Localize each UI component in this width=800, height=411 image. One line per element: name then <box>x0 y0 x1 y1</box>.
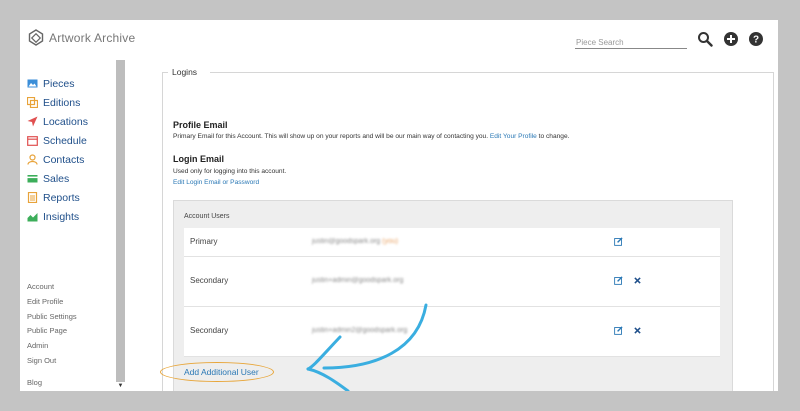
account-users-panel: Account Users Primary justin@goodspark.o… <box>173 200 733 391</box>
delete-icon[interactable] <box>634 327 641 334</box>
help-icon[interactable]: ? <box>748 31 764 47</box>
credit-card-icon <box>27 175 38 183</box>
profile-email-description: Primary Email for this Account. This wil… <box>173 133 570 140</box>
blog-link[interactable]: Blog <box>27 376 77 391</box>
logins-legend: Logins <box>172 67 198 77</box>
add-circle-icon[interactable] <box>723 31 739 47</box>
public-page-link[interactable]: Public Page <box>27 324 77 339</box>
fieldset-border <box>210 72 773 73</box>
edit-login-email-link[interactable]: Edit Login Email or Password <box>173 179 259 186</box>
document-icon <box>27 192 38 203</box>
edit-icon[interactable] <box>614 326 623 335</box>
public-settings-link[interactable]: Public Settings <box>27 310 77 325</box>
table-row: Secondary justin+admin@goodspark.org <box>184 257 720 307</box>
table-row: Secondary justin+admin2@goodspark.org <box>184 307 720 357</box>
edit-your-profile-link[interactable]: Edit Your Profile <box>490 133 537 140</box>
app-name: Artwork Archive <box>49 30 136 45</box>
edit-icon[interactable] <box>614 276 623 285</box>
app-window: Artwork Archive ? Pieces Edit <box>20 20 778 391</box>
sign-out-link[interactable]: Sign Out <box>27 354 77 369</box>
edit-profile-link[interactable]: Edit Profile <box>27 295 77 310</box>
person-icon <box>27 154 38 165</box>
table-row: Primary justin@goodspark.org (you) <box>184 228 720 257</box>
user-email: justin+admin@goodspark.org <box>312 277 404 284</box>
piece-search <box>575 32 687 50</box>
user-role: Secondary <box>190 326 229 335</box>
editions-icon <box>27 97 38 108</box>
sidebar-item-schedule[interactable]: Schedule <box>27 131 88 150</box>
user-email: justin+admin2@goodspark.org <box>312 327 408 334</box>
sidebar: Pieces Editions Locations Schedule Conta… <box>20 60 126 391</box>
login-email-description: Used only for logging into this account. <box>173 168 287 175</box>
location-arrow-icon <box>27 116 38 127</box>
sidebar-scrollbar[interactable] <box>116 60 125 382</box>
admin-link[interactable]: Admin <box>27 339 77 354</box>
user-role: Secondary <box>190 276 229 285</box>
piece-search-input[interactable] <box>575 35 687 50</box>
account-links: Account Edit Profile Public Settings Pub… <box>27 280 77 391</box>
chart-icon <box>27 213 38 222</box>
sidebar-item-contacts[interactable]: Contacts <box>27 150 88 169</box>
main-content: Logins Profile Email Primary Email for t… <box>126 60 778 391</box>
fieldset-border <box>162 72 168 73</box>
scroll-down-arrow-icon[interactable]: ▼ <box>117 382 124 390</box>
calendar-icon <box>27 136 38 146</box>
edit-icon[interactable] <box>614 237 623 246</box>
user-role: Primary <box>190 237 218 246</box>
top-header: Artwork Archive ? <box>20 20 778 60</box>
user-email: justin@goodspark.org (you) <box>312 238 399 245</box>
sidebar-item-insights[interactable]: Insights <box>27 207 88 226</box>
app-logo[interactable]: Artwork Archive <box>28 29 135 46</box>
add-additional-user-link[interactable]: Add Additional User <box>184 367 259 377</box>
sidebar-item-sales[interactable]: Sales <box>27 169 88 188</box>
search-icon[interactable] <box>697 31 713 47</box>
image-icon <box>27 79 38 88</box>
artwork-archive-logo-icon <box>28 29 44 46</box>
login-email-title: Login Email <box>173 154 225 164</box>
sidebar-nav: Pieces Editions Locations Schedule Conta… <box>27 74 88 226</box>
svg-text:?: ? <box>753 35 759 46</box>
sidebar-item-locations[interactable]: Locations <box>27 112 88 131</box>
account-users-label: Account Users <box>184 213 230 220</box>
account-link[interactable]: Account <box>27 280 77 295</box>
sidebar-item-pieces[interactable]: Pieces <box>27 74 88 93</box>
sidebar-item-reports[interactable]: Reports <box>27 188 88 207</box>
delete-icon[interactable] <box>634 277 641 284</box>
sidebar-item-editions[interactable]: Editions <box>27 93 88 112</box>
profile-email-title: Profile Email <box>173 120 228 130</box>
